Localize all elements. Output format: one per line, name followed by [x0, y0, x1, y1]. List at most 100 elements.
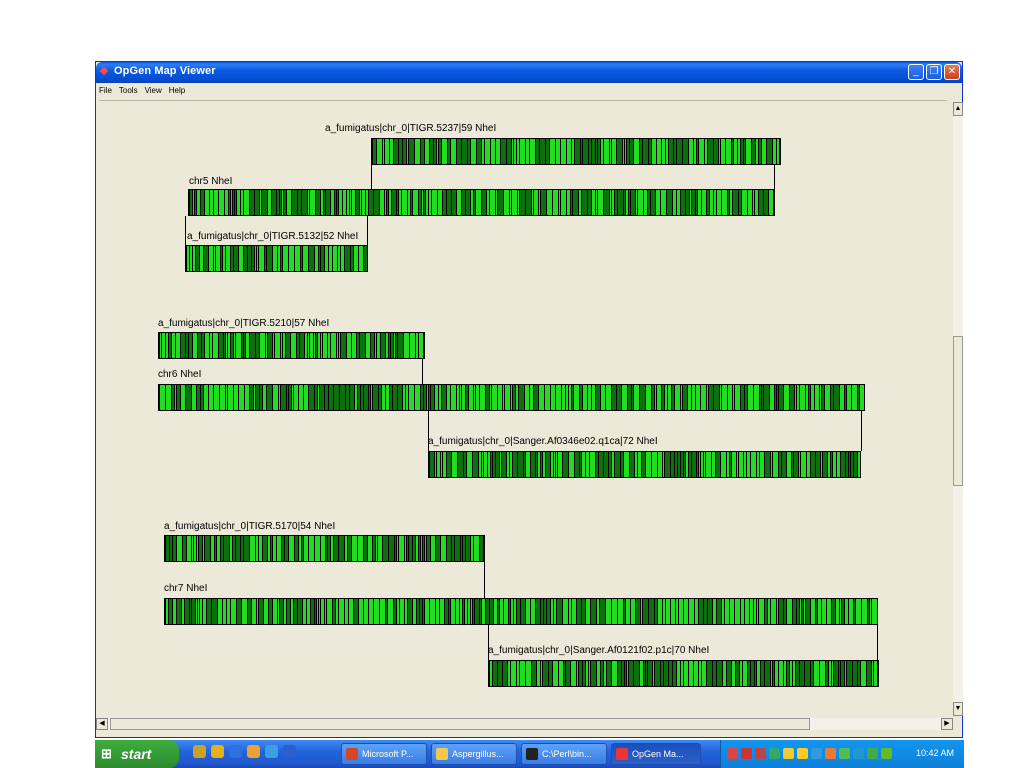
quicklaunch-icon-2[interactable]: [211, 745, 224, 758]
tray-icon[interactable]: [853, 748, 864, 759]
contig-map-bar[interactable]: [185, 245, 368, 272]
restriction-fragment: [362, 190, 365, 215]
restriction-fragment: [834, 385, 839, 410]
tray-icon[interactable]: [769, 748, 780, 759]
restriction-fragment: [561, 190, 566, 215]
taskbar-item-folder[interactable]: Aspergillus...: [431, 743, 517, 765]
scroll-down-icon[interactable]: ▼: [953, 702, 963, 716]
start-button[interactable]: ⊞ start: [95, 740, 179, 768]
restriction-fragment: [501, 139, 506, 164]
restriction-fragment: [627, 139, 629, 164]
restriction-fragment: [230, 536, 232, 561]
restriction-fragment: [294, 599, 297, 624]
quicklaunch-icon-5[interactable]: [265, 745, 278, 758]
restriction-fragment: [668, 385, 671, 410]
restriction-fragment: [686, 190, 689, 215]
restriction-fragment: [315, 385, 317, 410]
restriction-fragment: [199, 536, 202, 561]
tray-icon[interactable]: [755, 748, 766, 759]
tray-icon[interactable]: [797, 748, 808, 759]
tray-icon[interactable]: [783, 748, 794, 759]
taskbar-item-opgen[interactable]: OpGen Ma...: [611, 743, 701, 765]
restriction-fragment: [430, 452, 434, 477]
restriction-fragment: [352, 190, 355, 215]
restriction-fragment: [658, 599, 662, 624]
tray-icon[interactable]: [825, 748, 836, 759]
restriction-fragment: [648, 190, 650, 215]
contig-map-bar[interactable]: [158, 332, 425, 359]
restriction-fragment: [207, 599, 211, 624]
restriction-fragment: [561, 139, 566, 164]
restriction-fragment: [872, 599, 877, 624]
scroll-up-icon[interactable]: ▲: [953, 102, 963, 116]
restriction-fragment: [333, 599, 335, 624]
menu-file[interactable]: File: [96, 83, 116, 99]
contig-map-bar[interactable]: [371, 138, 781, 165]
contig-map-bar[interactable]: [164, 535, 485, 562]
restriction-fragment: [582, 599, 585, 624]
restriction-fragment: [260, 385, 262, 410]
tray-icon[interactable]: [811, 748, 822, 759]
restriction-fragment: [571, 661, 576, 686]
restriction-fragment: [488, 452, 490, 477]
restriction-fragment: [532, 661, 536, 686]
contig-map-bar[interactable]: [488, 660, 879, 687]
restriction-fragment: [473, 599, 474, 624]
vertical-scrollbar[interactable]: ▲ ▼: [953, 102, 963, 716]
horizontal-scrollbar[interactable]: ◀ ▶: [96, 718, 953, 730]
restriction-fragment: [419, 333, 423, 358]
horizontal-scroll-thumb[interactable]: [110, 718, 810, 730]
restriction-fragment: [679, 599, 683, 624]
scroll-left-icon[interactable]: ◀: [96, 718, 108, 730]
map-canvas[interactable]: a_fumigatus|chr_0|TIGR.5237|59 NheI chr5 …: [99, 100, 947, 719]
quicklaunch-icon-4[interactable]: [247, 745, 260, 758]
quicklaunch-icon-6[interactable]: [283, 745, 296, 758]
chromosome-map-bar[interactable]: [188, 189, 775, 216]
chromosome-map-bar[interactable]: [164, 598, 878, 625]
restriction-fragment: [502, 452, 506, 477]
taskbar-item-powerpoint[interactable]: Microsoft P...: [341, 743, 427, 765]
tray-icon[interactable]: [727, 748, 738, 759]
restriction-fragment: [823, 452, 827, 477]
close-button[interactable]: ✕: [944, 64, 960, 80]
menu-tools[interactable]: Tools: [116, 83, 142, 99]
tray-icon[interactable]: [839, 748, 850, 759]
restriction-fragment: [822, 599, 826, 624]
restriction-fragment: [706, 452, 711, 477]
minimize-button[interactable]: _: [908, 64, 924, 80]
restriction-fragment: [336, 599, 338, 624]
quicklaunch-icon-3[interactable]: [229, 745, 242, 758]
restriction-fragment: [636, 599, 640, 624]
restriction-fragment: [281, 333, 282, 358]
scroll-right-icon[interactable]: ▶: [941, 718, 953, 730]
quicklaunch-icon-1[interactable]: [193, 745, 206, 758]
taskbar-item-console[interactable]: C:\Perl\bin...: [521, 743, 607, 765]
menu-help[interactable]: Help: [166, 83, 189, 99]
restriction-fragment: [777, 599, 778, 624]
restriction-fragment: [484, 536, 485, 561]
restriction-fragment: [719, 139, 720, 164]
restriction-fragment: [697, 452, 698, 477]
menu-view[interactable]: View: [142, 83, 166, 99]
tray-icon[interactable]: [741, 748, 752, 759]
title-bar[interactable]: ❖ OpGen Map Viewer _ ❐ ✕: [96, 62, 962, 83]
restriction-fragment: [750, 599, 753, 624]
restriction-fragment: [445, 599, 448, 624]
contig-map-bar[interactable]: [428, 451, 861, 478]
tray-icon[interactable]: [867, 748, 878, 759]
chromosome-map-bar[interactable]: [158, 384, 865, 411]
restriction-fragment: [419, 536, 420, 561]
restriction-fragment: [469, 385, 473, 410]
map-label: a_fumigatus|chr_0|TIGR.5210|57 NheI: [158, 318, 330, 329]
restriction-fragment: [252, 599, 256, 624]
vertical-scroll-thumb[interactable]: [953, 336, 963, 486]
restriction-fragment: [514, 599, 516, 624]
restriction-fragment: [273, 536, 276, 561]
alignment-connector: [185, 216, 186, 245]
maximize-button[interactable]: ❐: [926, 64, 942, 80]
tray-icon[interactable]: [881, 748, 892, 759]
restriction-fragment: [304, 385, 308, 410]
restriction-fragment: [775, 661, 778, 686]
restriction-fragment: [520, 661, 525, 686]
restriction-fragment: [546, 139, 549, 164]
